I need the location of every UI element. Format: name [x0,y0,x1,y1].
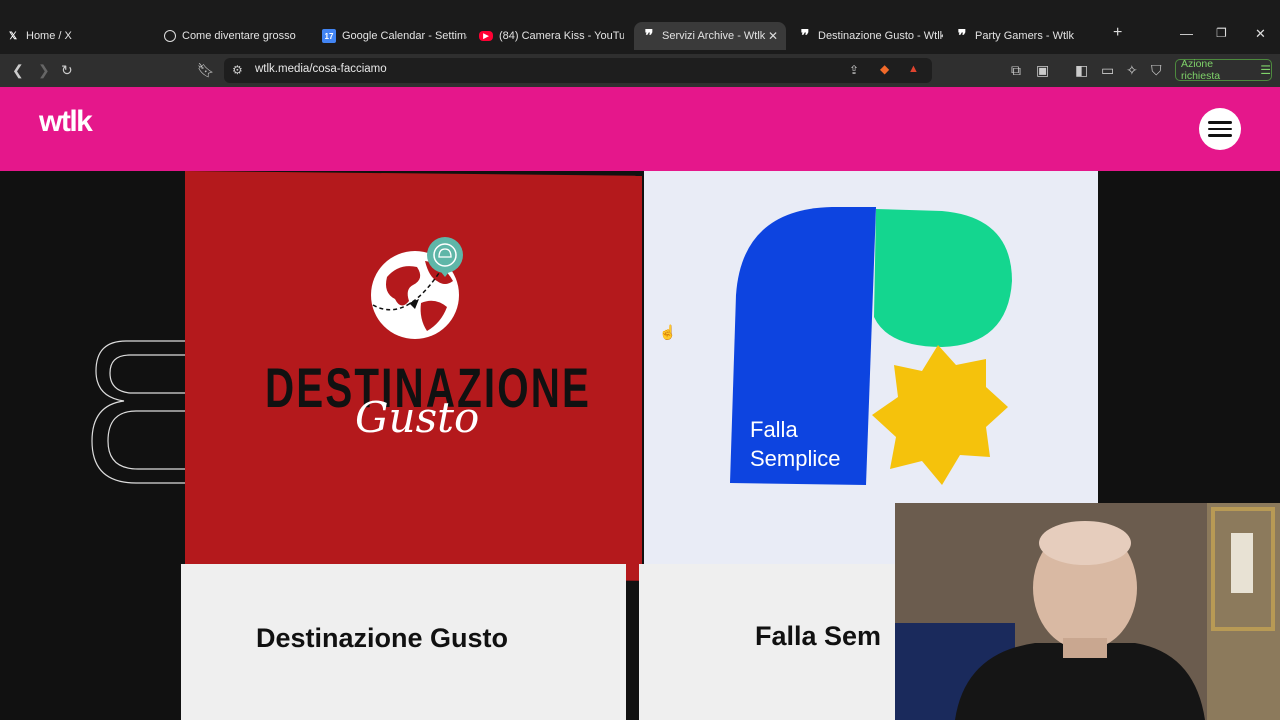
tab-title: Servizi Archive - Wtlk [662,30,766,42]
menu-line [1208,127,1232,131]
webcam-overlay [895,503,1280,720]
webcam-person-image [895,503,1280,720]
falla-label-line: Falla [750,417,798,442]
chatgpt-icon [164,30,176,42]
browser-toolbar: ❮ ❯ ↻ 🔖︎ ⚙ wtlk.media/cosa-facciamo ⇪ ◆ … [0,54,1280,87]
address-bar[interactable]: ⚙ wtlk.media/cosa-facciamo ⇪ ◆ ▲ [224,58,932,83]
restore-icon[interactable]: ❐ [1216,26,1227,40]
new-tab-icon[interactable]: + [1113,24,1122,42]
brave-rewards-icon[interactable]: ▲ [908,61,919,77]
tab-title: (84) Camera Kiss - YouTub [499,30,624,42]
tab-title: Come diventare grosso [182,30,296,42]
tab-title: Google Calendar - Settima [342,30,467,42]
google-calendar-icon: 17 [322,29,336,43]
tab-title: Destinazione Gusto - Wtlk [818,30,943,42]
menu-lines-icon: ☰ [1260,63,1271,77]
destinazione-gusto-caption[interactable]: Destinazione Gusto [256,623,508,654]
menu-line [1208,121,1232,124]
tab-party-gamers[interactable]: ❞ Party Gamers - Wtlk [955,22,1100,50]
tab-servizi-archive[interactable]: ❞ Servizi Archive - Wtlk ✕ [634,22,786,50]
vpn-icon[interactable]: ⛉ [1151,62,1162,78]
tab-title: Party Gamers - Wtlk [975,30,1075,42]
action-required-button[interactable]: Azione richiesta ☰ [1175,58,1272,82]
extensions-icon[interactable]: ⧉ [1011,62,1021,78]
site-info-icon[interactable]: ⚙ [232,62,243,78]
reload-icon[interactable]: ↻ [61,62,73,78]
sidebar-icon[interactable]: ◧ [1075,62,1088,78]
back-icon[interactable]: ❮ [12,62,24,78]
minimize-icon[interactable]: — [1180,26,1193,41]
youtube-icon: ▶ [479,31,493,41]
close-window-icon[interactable]: ✕ [1255,26,1266,42]
decorative-ampersand [91,340,190,484]
hand-cursor-icon: ☝ [659,324,677,340]
action-required-label: Azione richiesta [1181,58,1221,82]
falla-semplice-caption[interactable]: Falla Sem [755,621,881,652]
site-logo[interactable]: wtlk [39,105,93,139]
leo-ai-icon[interactable]: ✧ [1126,62,1138,78]
brave-shield-icon[interactable]: ◆ [880,61,889,77]
tab-chatgpt[interactable]: Come diventare grosso [164,22,314,50]
screenshot-icon[interactable]: ▣ [1036,62,1049,78]
close-tab-icon[interactable]: ✕ [768,29,778,43]
hamburger-menu-button[interactable] [1199,108,1241,150]
share-icon[interactable]: ⇪ [849,62,859,78]
gusto-script: Gusto [355,393,480,442]
wtlk-quote-icon: ❞ [644,28,654,45]
wallet-icon[interactable]: ▭ [1101,62,1114,78]
bookmark-icon[interactable]: 🔖︎ [197,62,215,78]
x-logo-icon: 𝕏 [8,30,18,42]
browser-tab-bar: 𝕏 Home / X Come diventare grosso 17 Goog… [0,0,1280,54]
forward-icon[interactable]: ❯ [38,62,50,78]
tab-title: Home / X [26,30,72,42]
menu-line [1208,134,1232,137]
tab-youtube[interactable]: ▶ (84) Camera Kiss - YouTub [479,22,624,50]
falla-semplice-label: Falla Semplice [750,415,840,473]
tab-google-calendar[interactable]: 17 Google Calendar - Settima [322,22,467,50]
site-header: wtlk [0,87,1280,171]
wtlk-quote-icon: ❞ [800,28,810,45]
wtlk-quote-icon: ❞ [957,28,967,45]
globe-icon [371,237,463,339]
tab-destinazione-gusto[interactable]: ❞ Destinazione Gusto - Wtlk [798,22,943,50]
tab-home-x[interactable]: 𝕏 Home / X [6,22,156,50]
url-text: wtlk.media/cosa-facciamo [255,63,387,75]
semplice-label-line: Semplice [750,446,841,471]
